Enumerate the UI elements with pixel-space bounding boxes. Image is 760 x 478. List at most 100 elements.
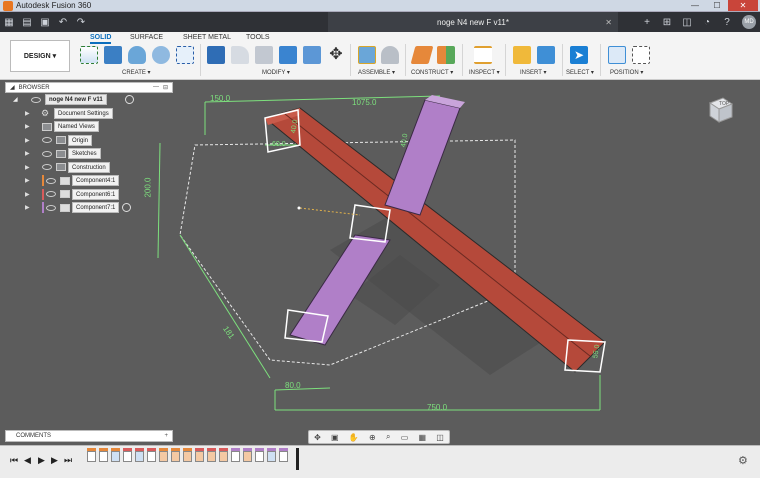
dimension-750[interactable]: 750.0 [427, 403, 447, 412]
capture-position-icon[interactable] [608, 46, 626, 64]
dimension-1075[interactable]: 1075.0 [352, 98, 376, 107]
expand-arrow-icon[interactable]: ▶ [25, 137, 30, 144]
close-button[interactable]: ✕ [728, 0, 758, 11]
pattern-icon[interactable] [176, 46, 194, 64]
revolve-icon[interactable] [128, 46, 146, 64]
minimize-button[interactable]: — [684, 0, 706, 11]
collapse-triangle-icon[interactable]: ◢ [10, 84, 15, 91]
browser-item-origin[interactable]: ▶ Origin [5, 134, 173, 148]
viewports-icon[interactable]: ◫ [436, 433, 444, 442]
activate-radio-icon[interactable] [122, 203, 131, 213]
modify-menu[interactable]: MODIFY ▾ [262, 69, 290, 76]
step-forward-icon[interactable]: ▶ [51, 455, 58, 466]
construct-menu[interactable]: CONSTRUCT ▾ [411, 69, 453, 76]
browser-item-document-settings[interactable]: ▶ ⚙ Document Settings [5, 107, 173, 121]
timeline-feature[interactable] [207, 448, 216, 462]
visibility-eye-icon[interactable] [42, 164, 52, 171]
timeline-feature[interactable] [267, 448, 276, 462]
add-comment-icon[interactable]: + [164, 433, 168, 439]
orbit-icon[interactable]: ✥ [314, 433, 321, 442]
insert-derive-icon[interactable] [513, 46, 531, 64]
position-menu[interactable]: POSITION ▾ [610, 69, 643, 76]
visibility-eye-icon[interactable] [46, 177, 56, 184]
help-icon[interactable]: ? [718, 12, 736, 32]
document-tab[interactable]: noge N4 new F v11* ✕ [328, 12, 618, 32]
offset-plane-icon[interactable] [410, 46, 434, 64]
select-menu[interactable]: SELECT ▾ [566, 69, 594, 76]
timeline-feature[interactable] [231, 448, 240, 462]
timeline-feature[interactable] [123, 448, 132, 462]
data-panel-icon[interactable]: ⊞ [658, 12, 676, 32]
tab-tools[interactable]: TOOLS [246, 34, 270, 44]
create-menu[interactable]: CREATE ▾ [122, 69, 151, 76]
step-back-icon[interactable]: ◀ [24, 455, 31, 466]
browser-root-label[interactable]: noge N4 new F v11 [45, 94, 107, 106]
insert-image-icon[interactable] [537, 46, 555, 64]
timeline-feature[interactable] [243, 448, 252, 462]
maximize-button[interactable]: ☐ [706, 0, 728, 11]
visibility-eye-icon[interactable] [46, 191, 56, 198]
expand-arrow-icon[interactable]: ▶ [25, 123, 30, 130]
visibility-eye-icon[interactable] [46, 204, 56, 211]
avatar[interactable]: MD [742, 15, 756, 29]
assemble-menu[interactable]: ASSEMBLE ▾ [358, 69, 395, 76]
browser-root-row[interactable]: ◢ noge N4 new F v11 [5, 93, 173, 107]
timeline-feature[interactable] [255, 448, 264, 462]
browser-item-construction[interactable]: ▶ Construction [5, 161, 173, 175]
measure-icon[interactable] [474, 46, 492, 64]
visibility-eye-icon[interactable] [42, 137, 52, 144]
expand-arrow-icon[interactable]: ▶ [25, 164, 30, 171]
dimension-150[interactable]: 150.0 [210, 94, 230, 103]
expand-icon[interactable]: ◢ [13, 96, 18, 103]
go-to-end-icon[interactable]: ⏭ [64, 455, 72, 466]
dimension-80[interactable]: 80.0 [285, 381, 301, 390]
save-icon[interactable]: ▣ [36, 12, 54, 32]
select-icon[interactable]: ➤ [570, 46, 588, 64]
new-tab-icon[interactable]: + [638, 12, 656, 32]
new-component-icon[interactable] [358, 46, 376, 64]
browser-header[interactable]: ◢ BROWSER — ⊟ [5, 82, 173, 93]
extensions-icon[interactable]: ◫ [678, 12, 696, 32]
grid-menu-icon[interactable]: ▦ [0, 12, 18, 32]
inspect-menu[interactable]: INSPECT ▾ [469, 69, 500, 76]
revert-position-icon[interactable] [632, 46, 650, 64]
undo-icon[interactable]: ↶ [54, 12, 72, 32]
timeline-settings-gear-icon[interactable]: ⚙ [738, 454, 748, 467]
pan-hand-icon[interactable]: ✋ [349, 433, 359, 442]
timeline-feature[interactable] [159, 448, 168, 462]
timeline-feature[interactable] [171, 448, 180, 462]
joint-icon[interactable] [381, 46, 399, 64]
expand-arrow-icon[interactable]: ▶ [25, 177, 30, 184]
fillet-icon[interactable] [231, 46, 249, 64]
timeline-feature[interactable] [147, 448, 156, 462]
timeline-feature[interactable] [111, 448, 120, 462]
timeline-feature[interactable] [99, 448, 108, 462]
combine-icon[interactable] [303, 46, 321, 64]
grid-settings-icon[interactable]: ▦ [419, 433, 427, 442]
move-icon[interactable]: ✥ [327, 46, 345, 64]
timeline-feature[interactable] [219, 448, 228, 462]
browser-item-component6[interactable]: ▶ Component6:1 [5, 188, 173, 202]
display-settings-icon[interactable]: ▭ [401, 433, 409, 442]
browser-item-component4[interactable]: ▶ Component4:1 [5, 174, 173, 188]
tab-sheet-metal[interactable]: SHEET METAL [183, 34, 231, 44]
midplane-icon[interactable] [437, 46, 455, 64]
zoom-window-icon[interactable]: ⌕ [386, 432, 390, 442]
create-sketch-icon[interactable] [80, 46, 98, 64]
expand-arrow-icon[interactable]: ▶ [25, 191, 30, 198]
expand-arrow-icon[interactable]: ▶ [25, 204, 30, 211]
timeline-feature[interactable] [279, 448, 288, 462]
browser-pin-icon[interactable]: ⊟ [163, 84, 168, 91]
notifications-icon[interactable]: ◔ [698, 12, 716, 32]
insert-menu[interactable]: INSERT ▾ [520, 69, 546, 76]
extrude-icon[interactable] [104, 46, 122, 64]
browser-minimize-icon[interactable]: — [153, 84, 159, 91]
redo-icon[interactable]: ↷ [72, 12, 90, 32]
file-icon[interactable]: ▤ [18, 12, 36, 32]
viewcube[interactable]: TOP [705, 95, 735, 125]
timeline-feature[interactable] [87, 448, 96, 462]
visibility-eye-icon[interactable] [31, 96, 41, 103]
visibility-eye-icon[interactable] [42, 150, 52, 157]
timeline-feature[interactable] [183, 448, 192, 462]
timeline-feature[interactable] [135, 448, 144, 462]
